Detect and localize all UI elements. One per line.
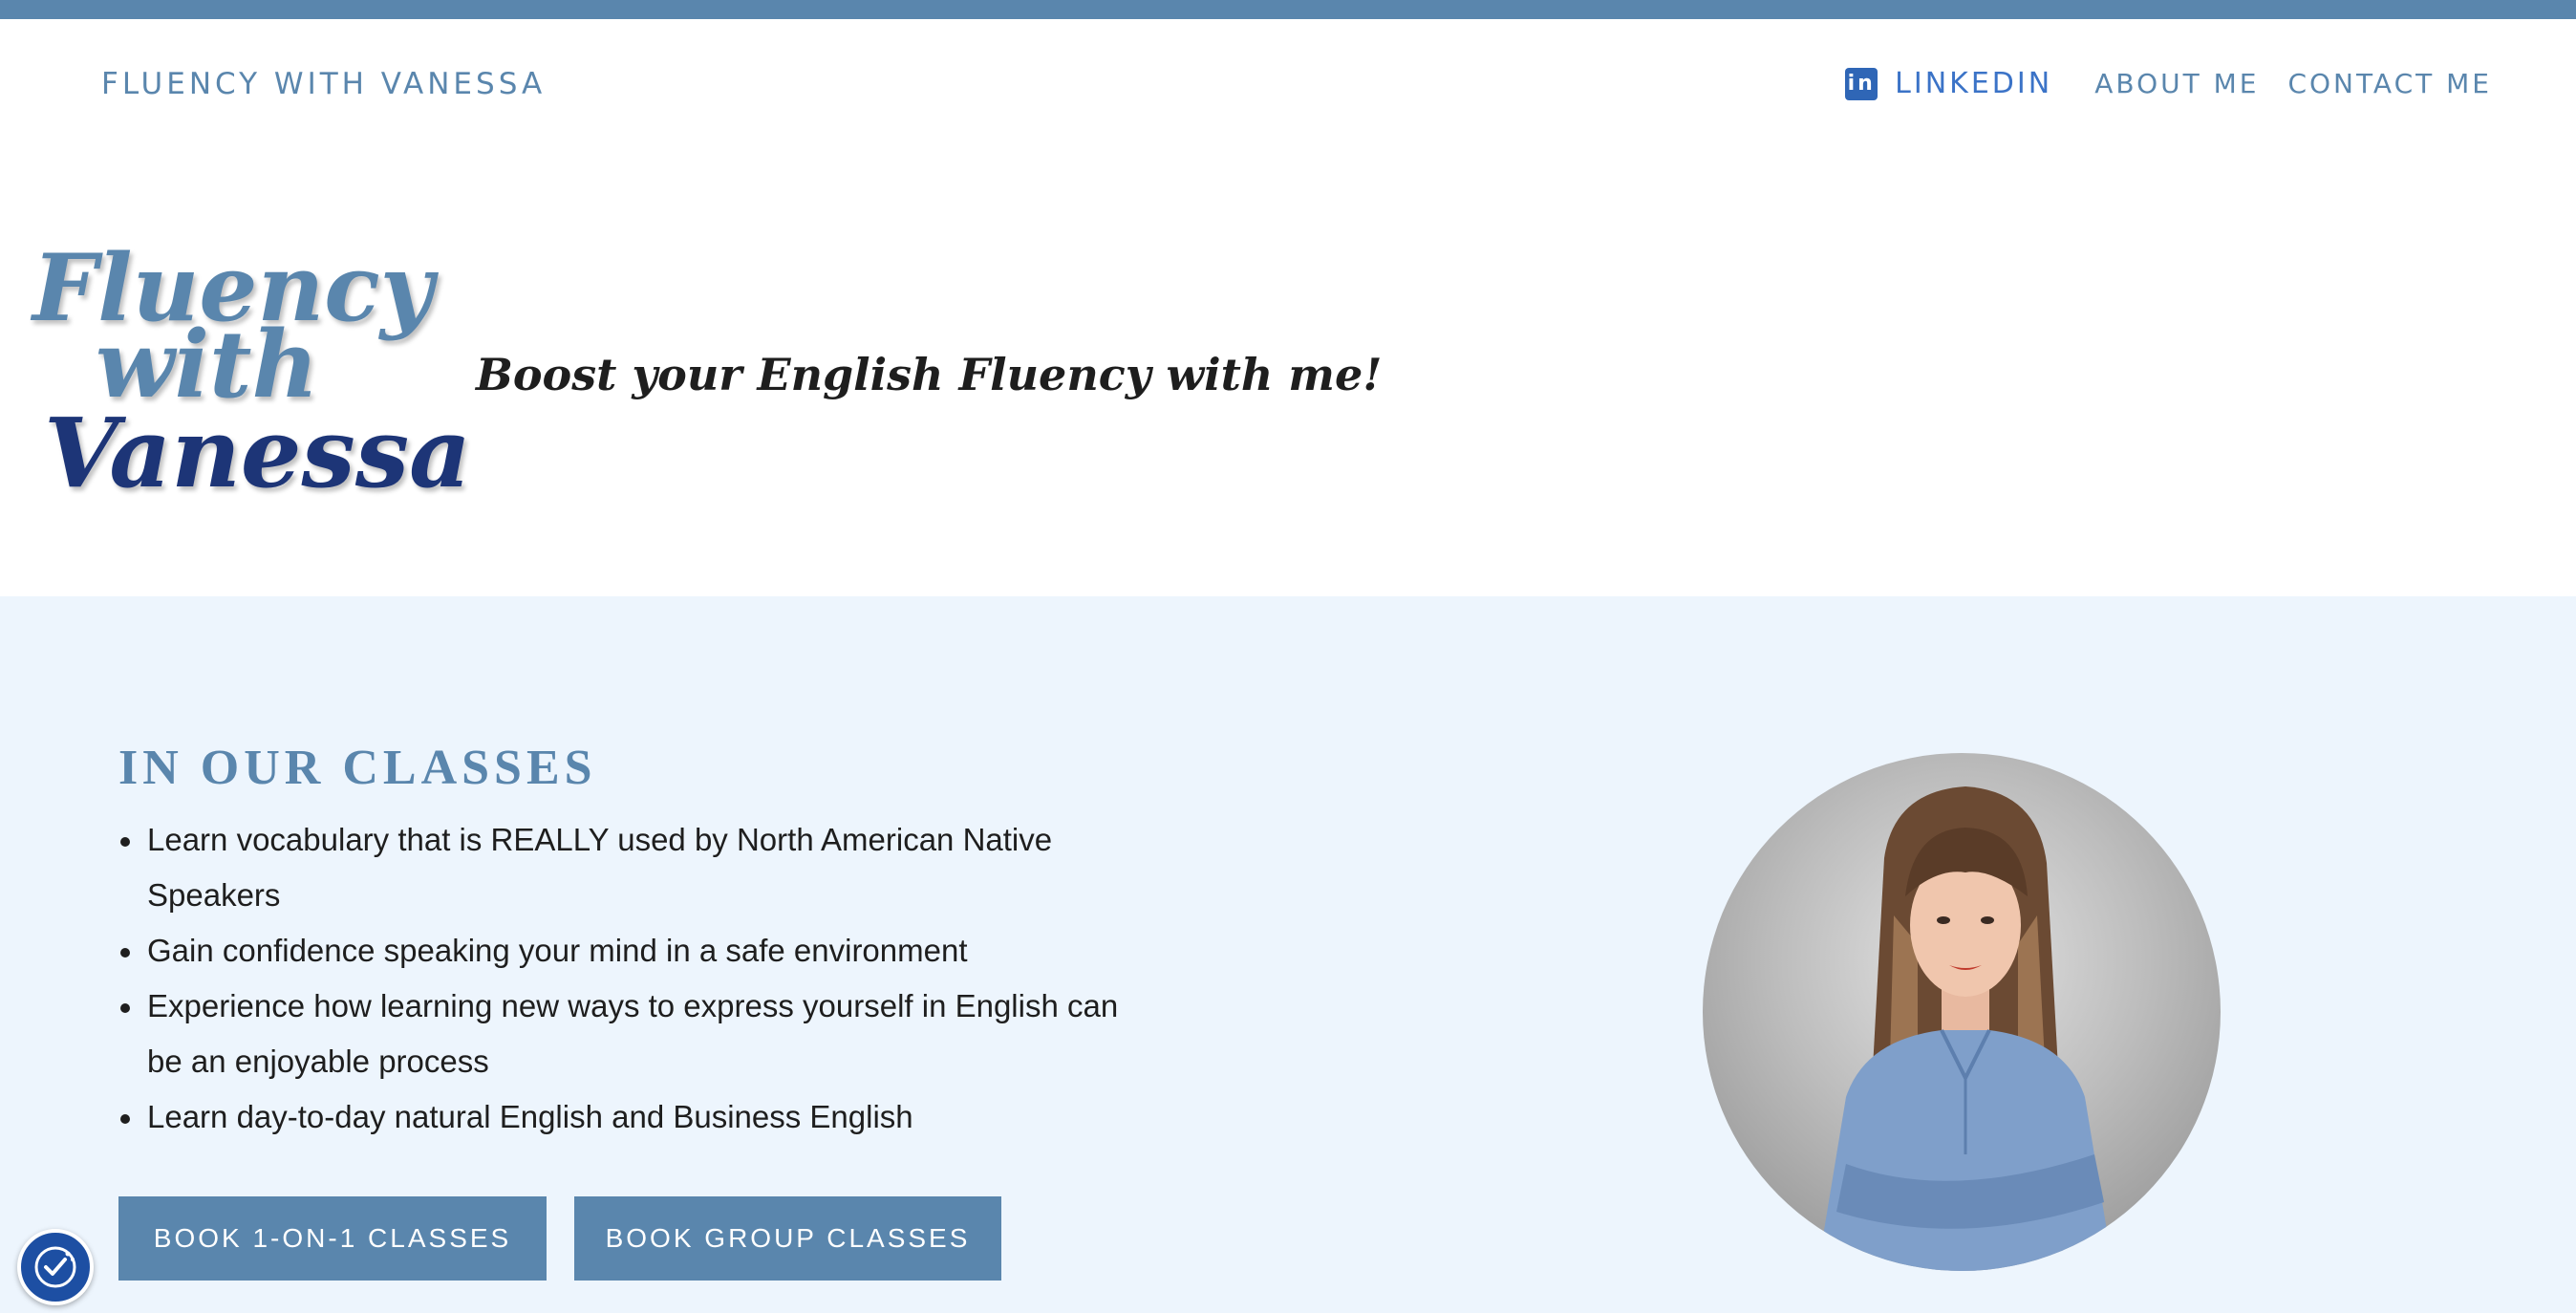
nav-contact-me-link[interactable]: CONTACT ME [2287, 68, 2492, 99]
classes-section: IN OUR CLASSES Learn vocabulary that is … [0, 596, 2576, 1313]
linkedin-icon: in [1845, 67, 1878, 100]
main-nav: in LINKEDIN ABOUT ME CONTACT ME [1816, 67, 2492, 100]
list-item: Learn vocabulary that is REALLY used by … [118, 812, 1141, 923]
hero-section: Fluency with Vanessa Boost your English … [0, 153, 2576, 596]
book-group-classes-button[interactable]: BOOK GROUP CLASSES [574, 1196, 1001, 1281]
logo-line-vanessa: Vanessa [44, 397, 471, 509]
accessibility-widget-button[interactable] [17, 1229, 94, 1305]
hero-tagline: Boost your English Fluency with me! [476, 349, 1383, 400]
accessibility-icon [34, 1246, 76, 1288]
portrait-photo [1703, 753, 2221, 1271]
list-item: Learn day-to-day natural English and Bus… [118, 1089, 1141, 1145]
brand-logo: Fluency with Vanessa [29, 234, 471, 511]
site-title-link[interactable]: FLUENCY WITH VANESSA [101, 67, 546, 101]
list-item: Experience how learning new ways to expr… [118, 979, 1141, 1089]
classes-benefits-list: Learn vocabulary that is REALLY used by … [118, 812, 1141, 1145]
nav-about-me-link[interactable]: ABOUT ME [2094, 68, 2259, 99]
book-one-on-one-button[interactable]: BOOK 1-ON-1 CLASSES [118, 1196, 547, 1281]
nav-linkedin-link[interactable]: in LINKEDIN [1845, 67, 2052, 100]
site-header: FLUENCY WITH VANESSA in LINKEDIN ABOUT M… [0, 19, 2576, 153]
classes-heading: IN OUR CLASSES [118, 741, 597, 795]
top-accent-bar [0, 0, 2576, 19]
nav-linkedin-label: LINKEDIN [1895, 67, 2053, 100]
list-item: Gain confidence speaking your mind in a … [118, 923, 1141, 979]
portrait-illustration [1817, 786, 2114, 1271]
